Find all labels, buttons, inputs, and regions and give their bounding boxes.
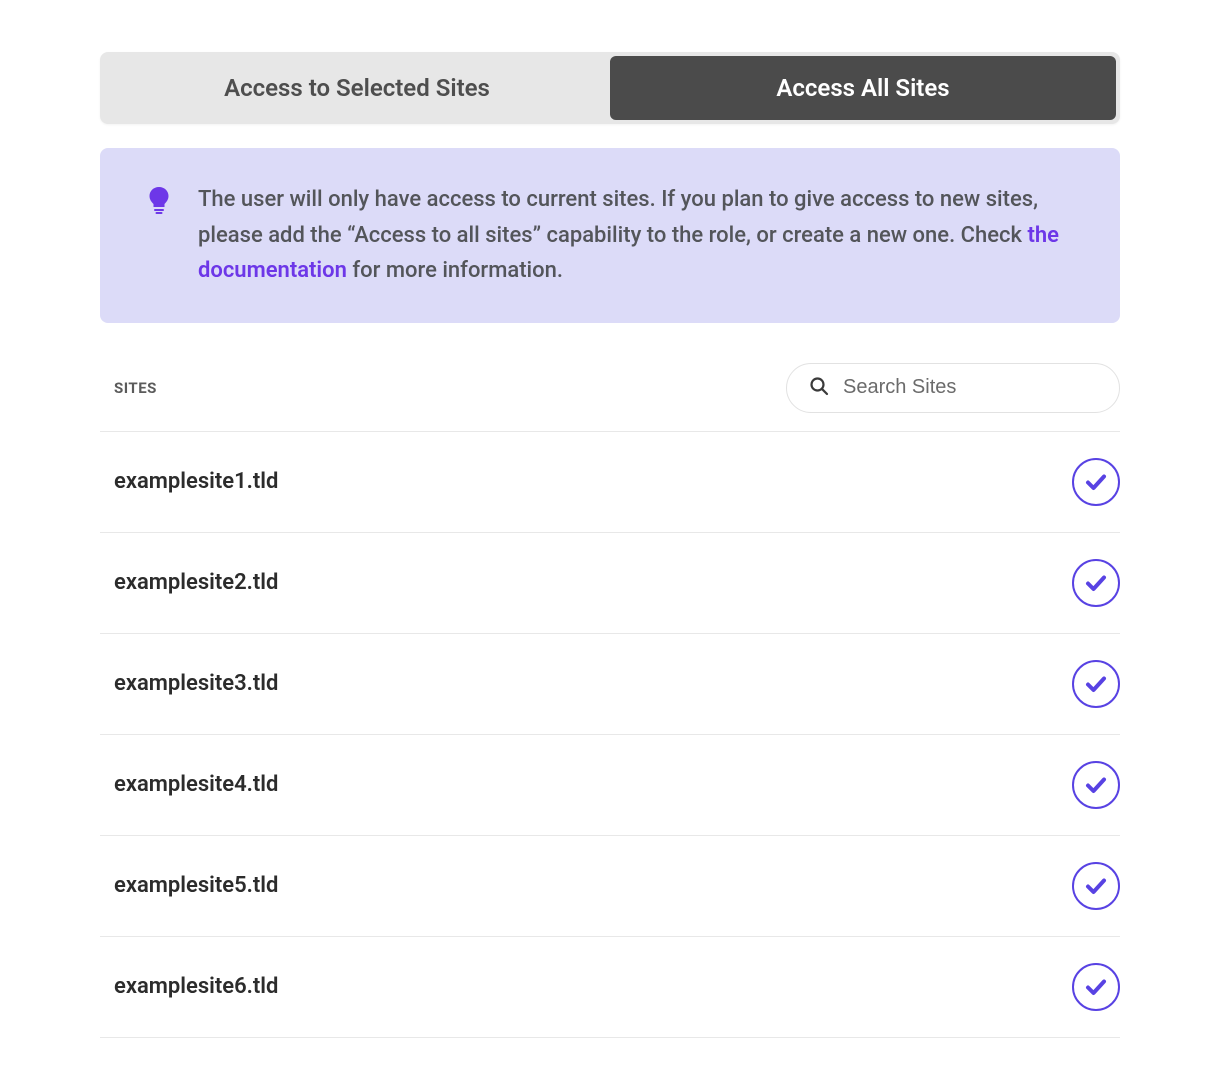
banner-text: The user will only have access to curren… — [198, 182, 1072, 289]
check-icon — [1084, 773, 1108, 797]
site-row: examplesite1.tld — [100, 432, 1120, 533]
sites-header: SITES — [100, 363, 1120, 432]
banner-text-after: for more information. — [347, 258, 563, 283]
info-banner: The user will only have access to curren… — [100, 148, 1120, 323]
site-check-toggle[interactable] — [1072, 660, 1120, 708]
site-name: examplesite5.tld — [114, 873, 278, 898]
site-check-toggle[interactable] — [1072, 963, 1120, 1011]
site-name: examplesite2.tld — [114, 570, 278, 595]
site-check-toggle[interactable] — [1072, 458, 1120, 506]
check-icon — [1084, 470, 1108, 494]
site-name: examplesite4.tld — [114, 772, 278, 797]
site-row: examplesite5.tld — [100, 836, 1120, 937]
site-name: examplesite3.tld — [114, 671, 278, 696]
lightbulb-icon — [148, 182, 170, 218]
site-row: examplesite4.tld — [100, 735, 1120, 836]
sites-column-label: SITES — [114, 379, 157, 397]
search-input[interactable] — [843, 376, 1108, 399]
site-row: examplesite3.tld — [100, 634, 1120, 735]
site-check-toggle[interactable] — [1072, 761, 1120, 809]
search-icon — [809, 376, 829, 400]
search-sites-field[interactable] — [786, 363, 1120, 413]
banner-text-before: The user will only have access to curren… — [198, 187, 1038, 248]
site-row: examplesite6.tld — [100, 937, 1120, 1038]
check-icon — [1084, 571, 1108, 595]
tab-access-selected-sites[interactable]: Access to Selected Sites — [104, 56, 610, 120]
check-icon — [1084, 672, 1108, 696]
site-name: examplesite6.tld — [114, 974, 278, 999]
site-name: examplesite1.tld — [114, 469, 278, 494]
site-row: examplesite2.tld — [100, 533, 1120, 634]
check-icon — [1084, 874, 1108, 898]
check-icon — [1084, 975, 1108, 999]
site-check-toggle[interactable] — [1072, 862, 1120, 910]
site-check-toggle[interactable] — [1072, 559, 1120, 607]
sites-list: examplesite1.tld examplesite2.tld exampl… — [100, 432, 1120, 1038]
access-tabs: Access to Selected Sites Access All Site… — [100, 52, 1120, 124]
tab-access-all-sites[interactable]: Access All Sites — [610, 56, 1116, 120]
